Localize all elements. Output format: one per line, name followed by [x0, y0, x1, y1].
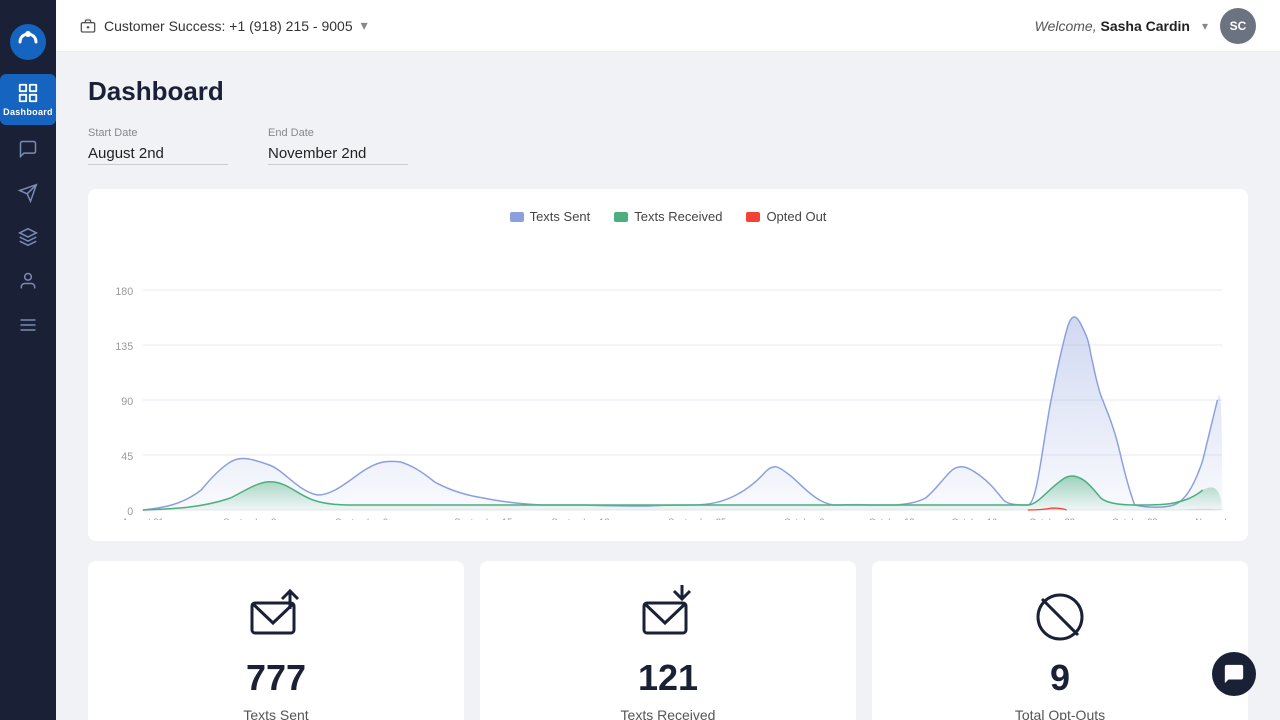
legend-sent-dot: [510, 212, 524, 222]
svg-text:August 31: August 31: [122, 517, 164, 520]
grid-icon: [17, 82, 39, 104]
legend-received-dot: [614, 212, 628, 222]
opt-outs-label: Total Opt-Outs: [1015, 707, 1105, 720]
legend-sent-label: Texts Sent: [530, 209, 591, 224]
chat-button[interactable]: [1212, 652, 1256, 696]
legend-optout-dot: [746, 212, 760, 222]
texts-received-icon: [636, 585, 700, 649]
svg-text:September 3: September 3: [223, 517, 276, 520]
legend-texts-sent: Texts Sent: [510, 209, 591, 224]
sidebar: Dashboard: [0, 0, 56, 720]
svg-text:October 28: October 28: [1112, 517, 1158, 520]
topbar: Customer Success: +1 (918) 215 - 9005 ▾ …: [56, 0, 1280, 52]
app-logo: [10, 24, 46, 60]
chat-icon: [18, 139, 38, 159]
svg-text:October 6: October 6: [784, 517, 825, 520]
stat-card-opt-outs: 9 Total Opt-Outs: [872, 561, 1248, 720]
main-content: Customer Success: +1 (918) 215 - 9005 ▾ …: [56, 0, 1280, 720]
person-icon: [18, 271, 38, 291]
page-title: Dashboard: [88, 76, 1248, 107]
menu-icon: [18, 315, 38, 335]
texts-received-label: Texts Received: [621, 707, 716, 720]
svg-text:September 25: September 25: [668, 517, 726, 520]
business-chevron[interactable]: ▾: [361, 17, 368, 34]
user-chevron[interactable]: ▾: [1202, 19, 1208, 33]
svg-text:September 15: September 15: [454, 517, 512, 520]
svg-text:September 18: September 18: [551, 517, 609, 520]
chart-svg: 0 45 90 135 180: [104, 240, 1232, 520]
end-date-input[interactable]: [268, 143, 408, 165]
sidebar-item-contacts[interactable]: [8, 261, 48, 301]
texts-sent-label: Texts Sent: [243, 707, 308, 720]
sidebar-item-dashboard[interactable]: Dashboard: [0, 74, 56, 125]
svg-text:90: 90: [121, 396, 133, 408]
texts-sent-count: 777: [246, 657, 306, 699]
chart-container: Texts Sent Texts Received Opted Out 0 45…: [88, 189, 1248, 541]
start-date-input[interactable]: [88, 143, 228, 165]
svg-text:October 16: October 16: [951, 517, 997, 520]
stat-card-texts-sent: 777 Texts Sent: [88, 561, 464, 720]
legend-optout-label: Opted Out: [766, 209, 826, 224]
sidebar-dashboard-label: Dashboard: [3, 107, 53, 117]
legend-texts-received: Texts Received: [614, 209, 722, 224]
start-date-field: Start Date: [88, 127, 228, 165]
chart-legend: Texts Sent Texts Received Opted Out: [104, 209, 1232, 224]
end-date-label: End Date: [268, 127, 408, 139]
svg-text:September 9: September 9: [335, 517, 388, 520]
opt-out-icon: [1028, 585, 1092, 649]
send-icon: [18, 183, 38, 203]
svg-text:October 13: October 13: [869, 517, 915, 520]
sidebar-item-sequences[interactable]: [8, 217, 48, 257]
avatar[interactable]: SC: [1220, 8, 1256, 44]
texts-received-count: 121: [638, 657, 698, 699]
svg-text:November 1: November 1: [1195, 517, 1232, 520]
texts-sent-icon: [244, 585, 308, 649]
svg-text:October 22: October 22: [1029, 517, 1075, 520]
sidebar-item-campaigns[interactable]: [8, 173, 48, 213]
stat-card-texts-received: 121 Texts Received: [480, 561, 856, 720]
opt-outs-count: 9: [1050, 657, 1070, 699]
end-date-field: End Date: [268, 127, 408, 165]
svg-text:45: 45: [121, 451, 133, 463]
business-name: Customer Success: +1 (918) 215 - 9005: [104, 18, 353, 34]
date-filters: Start Date End Date: [88, 127, 1248, 165]
legend-opted-out: Opted Out: [746, 209, 826, 224]
topbar-user: Welcome, Sasha Cardin ▾ SC: [1035, 8, 1256, 44]
chat-button-icon: [1223, 663, 1245, 685]
store-icon: [80, 18, 96, 34]
sidebar-item-conversations[interactable]: [8, 129, 48, 169]
page-content: Dashboard Start Date End Date Texts Sent: [56, 52, 1280, 720]
topbar-business[interactable]: Customer Success: +1 (918) 215 - 9005 ▾: [80, 17, 368, 34]
layers-icon: [18, 227, 38, 247]
welcome-text: Welcome, Sasha Cardin: [1035, 18, 1190, 34]
stat-cards: 777 Texts Sent 121 Texts Received: [88, 561, 1248, 720]
sidebar-item-more[interactable]: [8, 305, 48, 345]
svg-text:180: 180: [115, 286, 133, 298]
legend-received-label: Texts Received: [634, 209, 722, 224]
svg-text:135: 135: [115, 341, 133, 353]
start-date-label: Start Date: [88, 127, 228, 139]
